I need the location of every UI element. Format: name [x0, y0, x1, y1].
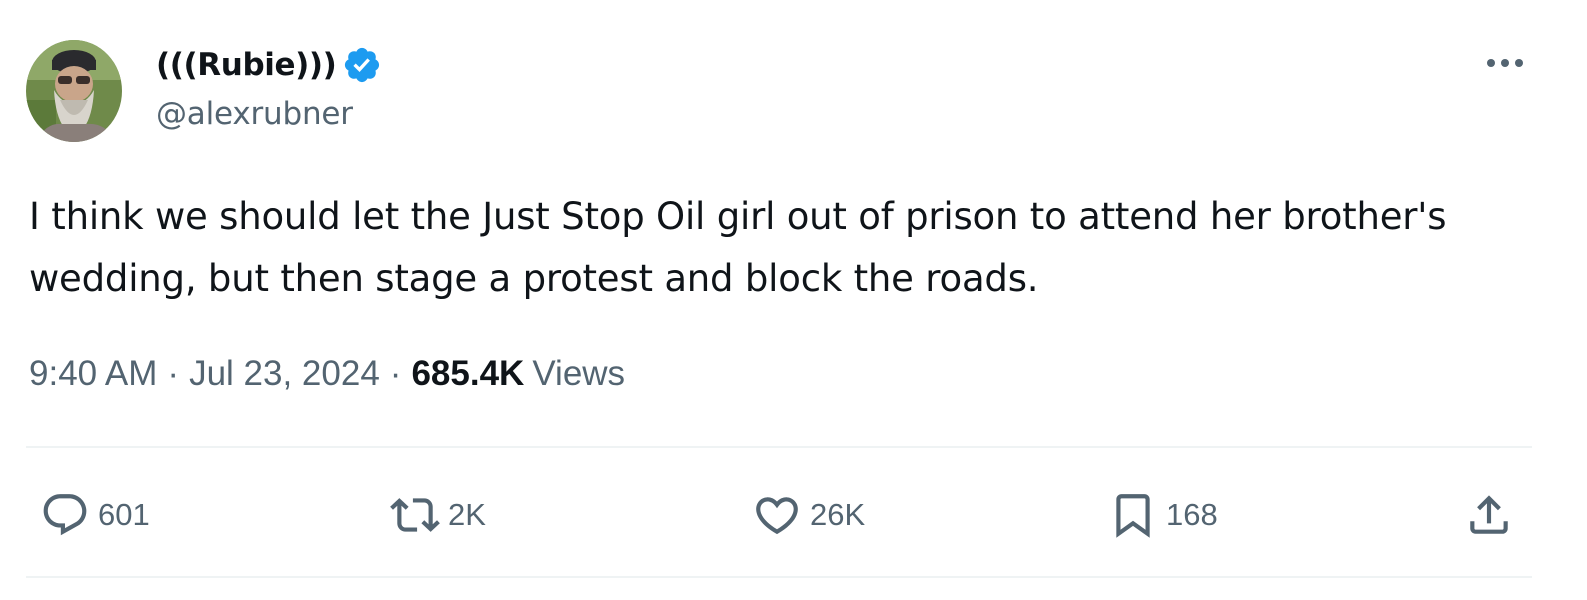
like-count: 26K — [810, 497, 866, 532]
bookmark-button[interactable]: 168 — [1108, 480, 1218, 550]
bookmark-count: 168 — [1166, 497, 1218, 532]
avatar-image — [26, 40, 122, 142]
views-label: Views — [532, 354, 626, 393]
retweet-button[interactable]: 2K — [390, 480, 486, 550]
handle[interactable]: @alexrubner — [156, 96, 382, 132]
tweet-text: I think we should let the Just Stop Oil … — [29, 195, 1447, 300]
display-name[interactable]: (((Rubie))) — [156, 47, 337, 83]
more-options-button[interactable] — [1480, 48, 1530, 78]
tweet-card: (((Rubie))) @alexrubner I think we shoul… — [0, 0, 1587, 600]
heart-icon — [756, 497, 798, 535]
more-dots-icon — [1487, 59, 1523, 67]
tweet-time[interactable]: 9:40 AM — [29, 354, 157, 394]
like-button[interactable]: 26K — [752, 480, 865, 550]
tweet-meta: 9:40 AM · Jul 23, 2024 · 685.4K Views — [29, 354, 625, 394]
tweet-date[interactable]: Jul 23, 2024 — [189, 354, 380, 394]
bookmark-icon — [1116, 494, 1150, 538]
share-button[interactable] — [1464, 480, 1514, 550]
retweet-icon — [390, 498, 440, 532]
divider — [26, 446, 1532, 448]
reply-button[interactable]: 601 — [40, 480, 150, 550]
views-count[interactable]: 685.4K — [411, 354, 524, 394]
divider — [26, 576, 1532, 578]
verified-badge-icon — [342, 45, 382, 85]
share-icon — [1470, 495, 1508, 534]
action-bar: 601 2K 26K 168 — [0, 480, 1587, 550]
retweet-count: 2K — [448, 497, 486, 532]
reply-icon — [43, 494, 87, 536]
name-row: (((Rubie))) — [156, 40, 382, 90]
reply-count: 601 — [98, 497, 150, 532]
avatar[interactable] — [26, 40, 122, 142]
author-info[interactable]: (((Rubie))) @alexrubner — [156, 40, 382, 132]
meta-separator: · — [389, 354, 402, 393]
meta-separator: · — [167, 354, 180, 393]
